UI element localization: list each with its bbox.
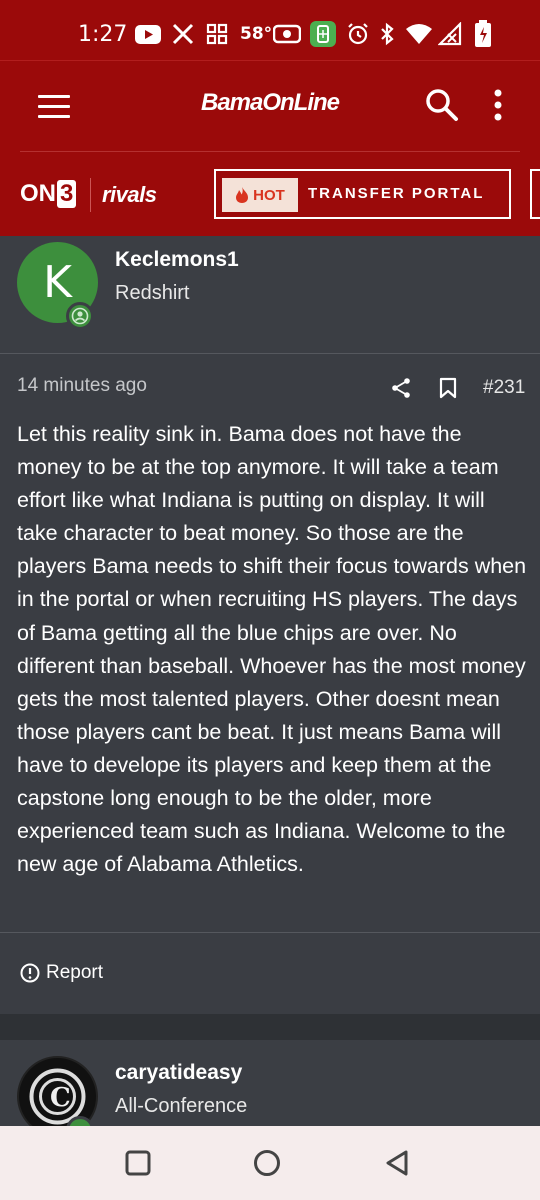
x-icon (170, 20, 196, 48)
brand-divider (90, 178, 91, 212)
on3-logo[interactable]: ON 3 (20, 180, 77, 208)
post-separator (0, 1014, 540, 1040)
section-divider (0, 353, 540, 354)
on3-number: 3 (57, 180, 77, 208)
bluetooth-icon (376, 20, 398, 48)
signal-icon (436, 20, 464, 48)
brand-bar: ON 3 rivals HOT TRANSFER PORTAL (0, 152, 540, 236)
post-author-header: K Keclemons1 Redshirt (0, 236, 540, 353)
transfer-portal-label: TRANSFER PORTAL (308, 185, 485, 202)
bookmark-button[interactable] (439, 374, 457, 402)
alarm-icon (345, 20, 371, 48)
svg-text:C: C (50, 1083, 71, 1113)
status-bar: 1:27 58° (0, 0, 540, 60)
home-button[interactable] (250, 1146, 284, 1180)
home-icon (254, 1150, 280, 1176)
search-button[interactable] (424, 87, 460, 123)
next-promo-button[interactable] (530, 169, 540, 219)
system-navigation-bar (0, 1126, 540, 1200)
report-button[interactable]: Report (20, 962, 103, 984)
alert-circle-icon (20, 963, 40, 983)
section-divider (0, 932, 540, 933)
post-username[interactable]: caryatideasy (115, 1061, 242, 1085)
youtube-icon (134, 20, 162, 48)
status-time: 1:27 (78, 22, 128, 47)
back-button[interactable] (380, 1146, 414, 1180)
more-vertical-icon (494, 89, 502, 121)
wifi-icon (404, 20, 434, 48)
battery-icon (472, 20, 494, 48)
app-screen: 1:27 58° BamaOnLine ON 3 rivals HOT TRAN… (0, 0, 540, 1200)
more-options-button[interactable] (488, 87, 508, 123)
recents-icon (125, 1150, 151, 1176)
post-number-link[interactable]: #231 (483, 377, 525, 399)
post-body: Let this reality sink in. Bama does not … (17, 422, 527, 877)
recents-button[interactable] (121, 1146, 155, 1180)
avatar[interactable]: C (17, 1056, 98, 1126)
online-status-icon (66, 302, 94, 330)
camera-icon (272, 20, 302, 48)
user-rank: All-Conference (115, 1095, 248, 1117)
on3-text: ON (20, 180, 56, 207)
report-label: Report (46, 962, 104, 983)
hot-badge: HOT (222, 178, 298, 212)
user-rank: Redshirt (115, 282, 190, 304)
search-icon (426, 89, 458, 121)
app-header: BamaOnLine (0, 60, 540, 152)
battery-saver-icon (310, 20, 336, 48)
hot-label: HOT (253, 186, 285, 204)
avatar-letter: K (43, 257, 72, 308)
next-post-author-header: C caryatideasy All-Conference (0, 1040, 540, 1126)
rivals-logo[interactable]: rivals (102, 182, 157, 208)
temperature-text: 58° (240, 24, 273, 44)
post-timestamp: 14 minutes ago (17, 375, 147, 396)
post-username[interactable]: Keclemons1 (115, 248, 239, 272)
transfer-portal-button[interactable]: HOT TRANSFER PORTAL (214, 169, 511, 219)
flame-icon (236, 187, 249, 203)
bookmark-icon (439, 377, 457, 399)
share-icon (392, 378, 410, 398)
share-button[interactable] (390, 374, 412, 402)
apps-icon (204, 20, 230, 48)
back-icon (386, 1150, 408, 1176)
